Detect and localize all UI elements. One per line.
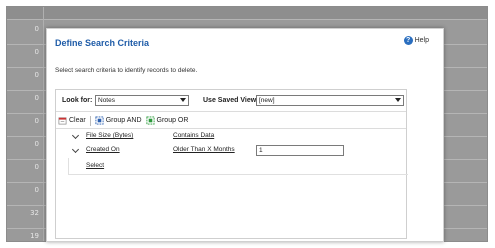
select-link[interactable]: Select: [86, 162, 104, 169]
background-cell: 0: [34, 140, 39, 148]
clear-label: Clear: [69, 117, 86, 124]
saved-view-value: [new]: [259, 97, 275, 104]
clear-icon: [58, 117, 67, 125]
chevron-down-icon: [395, 98, 401, 102]
help-label: Help: [414, 37, 429, 44]
background-cell: 0: [34, 163, 39, 171]
criteria-operator-link[interactable]: Contains Data: [173, 132, 214, 139]
background-cell: 0: [34, 25, 39, 33]
chevron-down-icon[interactable]: [71, 145, 80, 154]
look-for-select[interactable]: Notes: [95, 95, 189, 106]
group-or-button[interactable]: Group OR: [145, 116, 189, 125]
criteria-field-link[interactable]: Created On: [86, 146, 120, 153]
instructions-text: Select search criteria to identify recor…: [55, 67, 198, 74]
group-or-icon: [145, 116, 155, 125]
saved-view-label: Use Saved View:: [203, 97, 259, 104]
chevron-down-icon: [180, 98, 186, 102]
chevron-down-icon[interactable]: [71, 131, 80, 140]
criteria-header: Look for: Notes Use Saved View: [new]: [56, 90, 406, 112]
criteria-row: File Size (Bytes) Contains Data: [56, 130, 406, 144]
background-cell: 19: [30, 232, 39, 240]
select-row-divider: [68, 174, 408, 175]
saved-view-select[interactable]: [new]: [256, 95, 404, 106]
criteria-row: Created On Older Than X Months 1: [56, 144, 406, 158]
background-cell: 0: [34, 71, 39, 79]
define-search-criteria-dialog: Define Search Criteria ? Help Select sea…: [46, 28, 444, 242]
criteria-field-link[interactable]: File Size (Bytes): [86, 132, 133, 139]
background-cell: 0: [34, 186, 39, 194]
group-and-icon: [95, 116, 104, 125]
look-for-label: Look for:: [62, 97, 93, 104]
criteria-value-input[interactable]: 1: [256, 145, 344, 156]
toolbar-separator: [89, 115, 91, 126]
criteria-toolbar: Clear Group AND Group OR: [56, 113, 406, 129]
background-cell: 32: [30, 209, 39, 217]
look-for-value: Notes: [98, 97, 115, 104]
group-or-label: Group OR: [156, 117, 189, 124]
criteria-operator-link[interactable]: Older Than X Months: [173, 146, 235, 153]
criteria-panel: Look for: Notes Use Saved View: [new] Cl…: [55, 89, 408, 239]
criteria-value-text: 1: [259, 147, 263, 154]
background-cell: 0: [34, 48, 39, 56]
group-and-label: Group AND: [105, 117, 142, 124]
select-row: Select: [56, 160, 406, 174]
help-link[interactable]: ? Help: [403, 36, 429, 45]
background-header: [7, 7, 487, 20]
group-and-button[interactable]: Group AND: [95, 116, 142, 125]
background-cell: 0: [34, 94, 39, 102]
clear-button[interactable]: Clear: [58, 116, 86, 125]
background-cell: 0: [34, 117, 39, 125]
dialog-title: Define Search Criteria: [55, 38, 150, 48]
help-icon: ?: [403, 36, 413, 45]
